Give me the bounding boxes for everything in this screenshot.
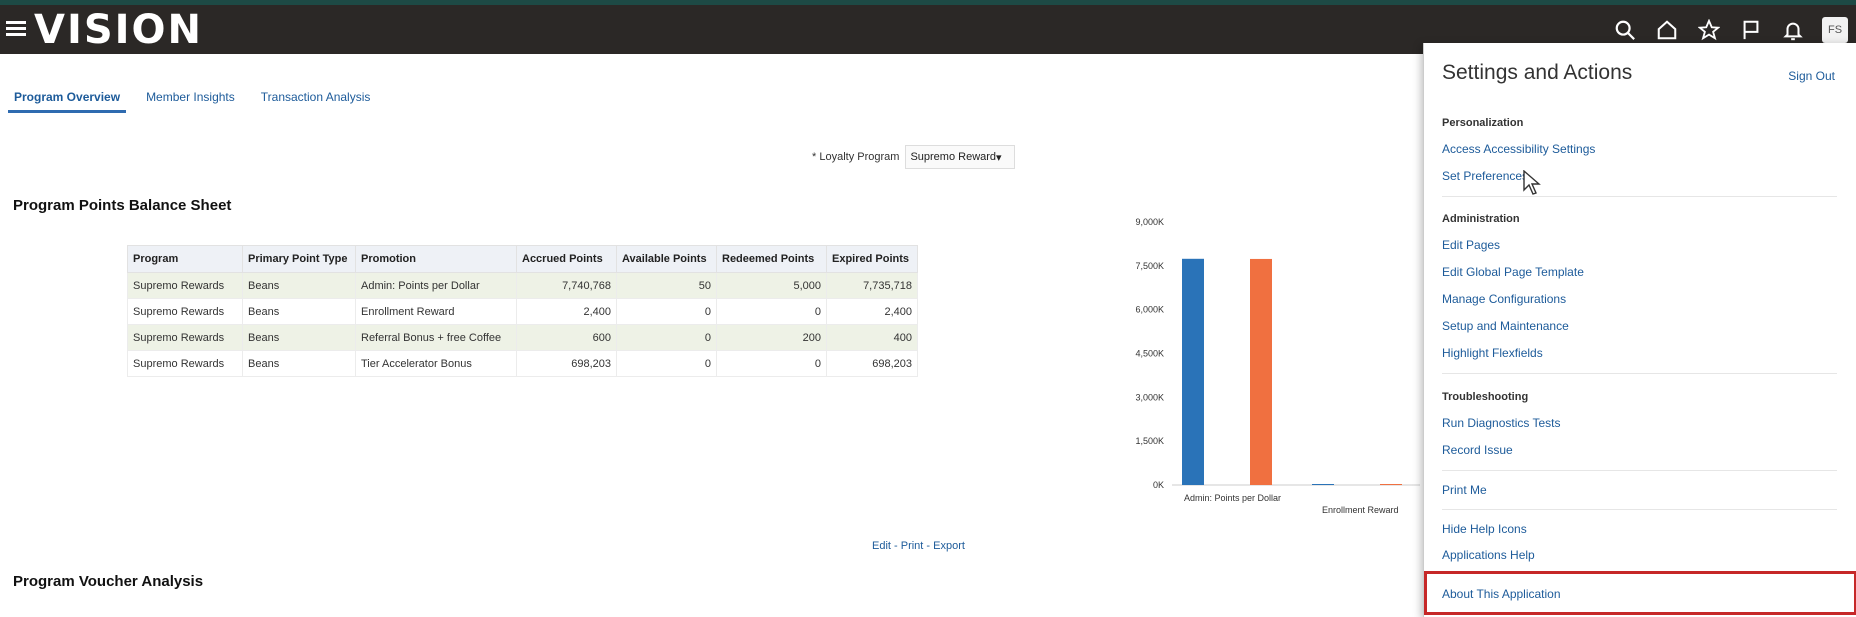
group-administration: Administration — [1442, 213, 1520, 225]
chart-bar — [1312, 484, 1334, 485]
balance-sheet-title: Program Points Balance Sheet — [13, 197, 232, 214]
x-category-label: Admin: Points per Dollar — [1184, 493, 1281, 503]
tab-program-overview[interactable]: Program Overview — [8, 88, 127, 113]
table-header-row: Program Primary Point Type Promotion Acc… — [127, 245, 918, 273]
x-category-label: Enrollment Reward — [1322, 505, 1399, 515]
user-avatar[interactable]: FS — [1822, 16, 1848, 43]
y-tick-label: 6,000K — [1135, 305, 1164, 315]
table-cell: 600 — [516, 324, 617, 351]
table-cell: Beans — [242, 324, 356, 351]
loyalty-program-label: * Loyalty Program — [812, 151, 900, 163]
mouse-cursor-icon — [1523, 170, 1541, 195]
table-cell: 7,740,768 — [516, 272, 617, 299]
table-row[interactable]: Supremo Rewards Beans Admin: Points per … — [127, 272, 918, 299]
y-tick-label: 7,500K — [1135, 261, 1164, 271]
column-header[interactable]: Primary Point Type — [242, 245, 356, 273]
hide-help-icons-link[interactable]: Hide Help Icons — [1442, 522, 1527, 536]
column-header[interactable]: Expired Points — [826, 245, 918, 273]
table-cell: Beans — [242, 298, 356, 325]
table-cell: Referral Bonus + free Coffee — [355, 324, 517, 351]
table-cell: 0 — [616, 350, 717, 377]
divider — [1442, 509, 1837, 510]
loyalty-program-value: Supremo Reward — [910, 151, 997, 163]
page-tabs: Program Overview Member Insights Transac… — [8, 88, 390, 113]
record-issue-link[interactable]: Record Issue — [1442, 443, 1513, 457]
app-logo[interactable]: VISION — [34, 9, 203, 51]
y-tick-label: 9,000K — [1135, 217, 1164, 227]
group-troubleshooting: Troubleshooting — [1442, 391, 1529, 403]
edit-global-page-template-link[interactable]: Edit Global Page Template — [1442, 265, 1584, 279]
chart-bar — [1250, 258, 1272, 485]
about-this-application-link[interactable]: About This Application — [1442, 587, 1561, 601]
sign-out-link[interactable]: Sign Out — [1788, 69, 1835, 83]
column-header[interactable]: Accrued Points — [516, 245, 617, 273]
table-cell: Tier Accelerator Bonus — [355, 350, 517, 377]
y-tick-label: 4,500K — [1135, 349, 1164, 359]
table-cell: Supremo Rewards — [127, 324, 243, 351]
column-header[interactable]: Promotion — [355, 245, 517, 273]
tab-transaction-analysis[interactable]: Transaction Analysis — [255, 88, 377, 113]
table-cell: 50 — [616, 272, 717, 299]
edit-print-export-links[interactable]: Edit - Print - Export — [872, 540, 965, 552]
table-cell: 0 — [616, 298, 717, 325]
manage-configurations-link[interactable]: Manage Configurations — [1442, 292, 1566, 306]
settings-actions-panel: Settings and Actions Sign Out Personaliz… — [1423, 43, 1856, 617]
balance-sheet-table: Program Primary Point Type Promotion Acc… — [127, 245, 918, 377]
y-tick-label: 0K — [1153, 480, 1164, 490]
loyalty-program-select[interactable]: Supremo Reward ▾ — [905, 145, 1016, 169]
points-bar-chart: 0K 1,500K 3,000K 4,500K 6,000K 7,500K 9,000K Ad… — [1135, 217, 1420, 515]
divider — [1442, 373, 1837, 374]
table-cell: Supremo Rewards — [127, 272, 243, 299]
divider — [1442, 470, 1837, 471]
dropdown-arrow-icon: ▾ — [996, 151, 1002, 164]
table-cell: Supremo Rewards — [127, 350, 243, 377]
y-tick-label: 3,000K — [1135, 392, 1164, 402]
table-cell: 0 — [616, 324, 717, 351]
divider — [1442, 196, 1837, 197]
table-cell: 0 — [716, 298, 827, 325]
table-cell: Enrollment Reward — [355, 298, 517, 325]
tab-member-insights[interactable]: Member Insights — [140, 88, 241, 113]
chart-bar — [1182, 258, 1204, 485]
menu-icon[interactable] — [6, 18, 26, 38]
table-cell: 698,203 — [826, 350, 918, 377]
column-header[interactable]: Redeemed Points — [716, 245, 827, 273]
table-cell: 2,400 — [516, 298, 617, 325]
loyalty-program-filter: * Loyalty Program Supremo Reward ▾ — [812, 145, 1016, 169]
table-cell: 698,203 — [516, 350, 617, 377]
table-cell: Admin: Points per Dollar — [355, 272, 517, 299]
applications-help-link[interactable]: Applications Help — [1442, 548, 1535, 562]
highlight-flexfields-link[interactable]: Highlight Flexfields — [1442, 346, 1543, 360]
panel-title: Settings and Actions — [1442, 61, 1633, 84]
group-personalization: Personalization — [1442, 117, 1524, 129]
access-accessibility-settings-link[interactable]: Access Accessibility Settings — [1442, 142, 1595, 156]
run-diagnostics-tests-link[interactable]: Run Diagnostics Tests — [1442, 416, 1561, 430]
table-cell: Beans — [242, 350, 356, 377]
table-cell: 7,735,718 — [826, 272, 918, 299]
table-cell: Beans — [242, 272, 356, 299]
set-preferences-link[interactable]: Set Preferences — [1442, 169, 1528, 183]
edit-pages-link[interactable]: Edit Pages — [1442, 238, 1500, 252]
table-cell: 200 — [716, 324, 827, 351]
setup-and-maintenance-link[interactable]: Setup and Maintenance — [1442, 319, 1569, 333]
table-cell: 400 — [826, 324, 918, 351]
table-cell: 2,400 — [826, 298, 918, 325]
column-header[interactable]: Available Points — [616, 245, 717, 273]
voucher-analysis-title: Program Voucher Analysis — [13, 573, 204, 590]
table-row[interactable]: Supremo Rewards Beans Tier Accelerator B… — [127, 350, 918, 377]
table-cell: 5,000 — [716, 272, 827, 299]
chart-bar — [1380, 484, 1402, 485]
y-tick-label: 1,500K — [1135, 436, 1164, 446]
about-this-application-item[interactable]: About This Application — [1424, 571, 1856, 615]
table-row[interactable]: Supremo Rewards Beans Referral Bonus + f… — [127, 324, 918, 351]
print-me-link[interactable]: Print Me — [1442, 483, 1487, 497]
column-header[interactable]: Program — [127, 245, 243, 273]
table-cell: Supremo Rewards — [127, 298, 243, 325]
table-cell: 0 — [716, 350, 827, 377]
table-row[interactable]: Supremo Rewards Beans Enrollment Reward … — [127, 298, 918, 325]
